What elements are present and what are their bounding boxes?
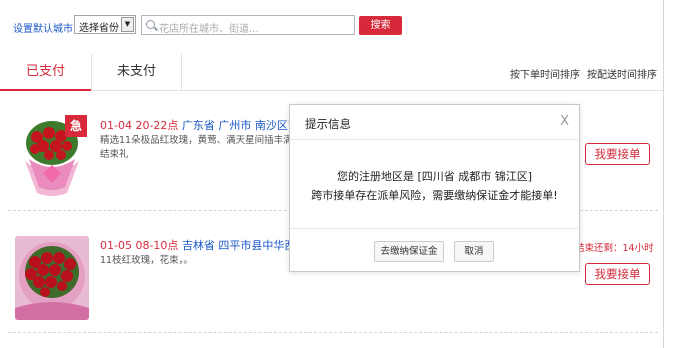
close-icon[interactable]: X [560, 114, 569, 129]
cancel-button[interactable]: 取消 [454, 241, 494, 262]
dialog-message-line1: 您的注册地区是 [四川省 成都市 锦江区] [336, 170, 533, 183]
order-1-date: 01-04 20-22点 [100, 119, 179, 132]
sort-by-delivery-time-link[interactable]: 按配送时间排序 [587, 70, 657, 81]
order-2-accept-button[interactable]: 我要接单 [585, 263, 650, 285]
order-1-accept-button[interactable]: 我要接单 [585, 143, 650, 165]
order-1-desc-line2: 结束礼 [100, 149, 129, 160]
search-bar: 设置默认城市 选择省份 ▼ 花店所在城市、街道... 搜索 [0, 12, 663, 38]
set-default-city-link[interactable]: 设置默认城市 [13, 20, 73, 35]
order-2-title[interactable]: 01-05 08-10点 吉林省 四平市县中华西路4 [100, 237, 313, 253]
order-1-desc-line1: 精选11朵极品红玫瑰，黄莺、满天星间插丰满,粉色 [100, 135, 315, 146]
order-1-title[interactable]: 01-04 20-22点 广东省 广州市 南沙区南沙 [100, 117, 310, 133]
sort-links: 按下单时间排序 按配送时间排序 [503, 66, 657, 81]
dialog-header: 提示信息 X [290, 105, 579, 140]
order-tabs: 已支付 未支付 按下单时间排序 按配送时间排序 [0, 54, 663, 91]
search-button[interactable]: 搜索 [359, 16, 402, 35]
order-1-description: 精选11朵极品红玫瑰，黄莺、满天星间插丰满,粉色 结束礼 [100, 134, 315, 162]
dialog-message-line2: 跨市接单存在派单风险，需要缴纳保证金才能接单! [311, 189, 558, 202]
search-input[interactable]: 花店所在城市、街道... [141, 15, 355, 35]
page-right-border [663, 0, 664, 348]
dialog-footer: 去缴纳保证金 取消 [290, 228, 579, 272]
sort-by-order-time-link[interactable]: 按下单时间排序 [510, 70, 580, 81]
tab-paid[interactable]: 已支付 [0, 54, 91, 91]
dialog-title: 提示信息 [305, 117, 351, 131]
search-placeholder: 花店所在城市、街道... [159, 24, 259, 35]
order-2-deadline: 结束还剩：14小时 [575, 243, 654, 254]
province-select[interactable]: 选择省份 ▼ [74, 15, 136, 34]
province-select-value: 选择省份 [79, 23, 119, 34]
tab-unpaid[interactable]: 未支付 [91, 54, 182, 91]
order-2-flower-image[interactable] [15, 236, 89, 320]
order-2-desc-line1: 11枝红玫瑰，花束，。 [100, 255, 193, 266]
dialog-message: 您的注册地区是 [四川省 成都市 锦江区] 跨市接单存在派单风险，需要缴纳保证金… [290, 167, 579, 205]
divider [8, 332, 658, 333]
order-2-date: 01-05 08-10点 [100, 239, 179, 252]
pay-deposit-button[interactable]: 去缴纳保证金 [374, 241, 444, 262]
prompt-dialog: 提示信息 X 您的注册地区是 [四川省 成都市 锦江区] 跨市接单存在派单风险，… [289, 104, 580, 272]
urgent-badge: 急 [65, 115, 87, 137]
search-icon [146, 20, 155, 29]
chevron-down-icon[interactable]: ▼ [121, 17, 134, 32]
order-2-description: 11枝红玫瑰，花束，。 [100, 254, 290, 268]
